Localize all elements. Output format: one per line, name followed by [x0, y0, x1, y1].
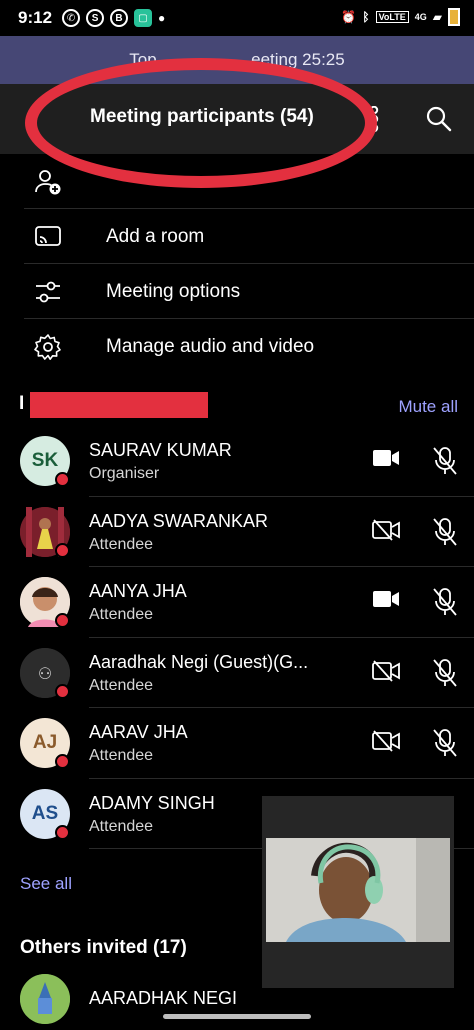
- battery-icon: [448, 8, 460, 26]
- table-row[interactable]: ⚇ Aaradhak Negi (Guest)(G... Attendee: [0, 638, 474, 708]
- camera-off-icon[interactable]: [372, 730, 400, 757]
- sliders-icon: [34, 278, 62, 306]
- menu-item-manage-audio-video[interactable]: Manage audio and video: [0, 319, 474, 374]
- alarm-icon: ⏰: [341, 10, 357, 24]
- search-icon[interactable]: [426, 106, 452, 137]
- more-notifications-icon: ●: [158, 11, 166, 25]
- mic-off-icon[interactable]: [432, 446, 458, 481]
- skype-icon: S: [86, 9, 105, 27]
- network-label: 4G: [414, 12, 427, 22]
- camera-off-icon[interactable]: [372, 659, 400, 687]
- chat-icon: ▢: [134, 9, 153, 27]
- avatar: [20, 974, 70, 1024]
- menu-item-label: Manage audio and video: [106, 335, 315, 357]
- status-badge: [55, 754, 70, 769]
- status-badge: [55, 472, 70, 487]
- participant-role: Attendee: [89, 606, 154, 623]
- participant-role: Attendee: [89, 817, 154, 835]
- camera-icon[interactable]: [372, 589, 400, 614]
- self-video-preview[interactable]: [262, 796, 454, 988]
- avatar-initials: SK: [31, 450, 59, 471]
- participant-name: AARADHAK NEGI: [89, 988, 238, 1008]
- mute-all-button[interactable]: Mute all: [398, 397, 458, 417]
- signal-icon: ▰: [432, 10, 442, 24]
- b-app-icon: B: [110, 9, 129, 27]
- share-icon[interactable]: [366, 105, 382, 137]
- menu-item-label: Meeting options: [106, 280, 241, 302]
- header: Meeting participants (54): [0, 84, 474, 154]
- whatsapp-icon: ✆: [62, 9, 81, 27]
- participant-name: Aaradhak Negi (Guest)(G...: [89, 651, 309, 672]
- volte-icon: VoLTE: [375, 11, 409, 23]
- avatar-initials: AJ: [32, 732, 58, 753]
- table-row[interactable]: AJ AARAV JHA Attendee: [0, 708, 474, 779]
- page-title: Meeting participants (54): [90, 106, 314, 127]
- table-row[interactable]: AANYA JHA Attendee: [0, 567, 474, 638]
- participant-name: AADYA SWARANKAR: [89, 510, 269, 531]
- participants-list: SK SAURAV KUMAR Organiser AADYA SWARANKAR At…: [0, 426, 474, 849]
- table-row[interactable]: SK SAURAV KUMAR Organiser: [0, 426, 474, 497]
- home-indicator[interactable]: [163, 1014, 311, 1019]
- menu-item-add-room[interactable]: Add a room: [0, 209, 474, 264]
- menu-item-meeting-options[interactable]: Meeting options: [0, 264, 474, 319]
- status-badge: [55, 613, 70, 628]
- gear-icon: [34, 333, 62, 361]
- others-invited-heading: Others invited (17): [20, 937, 187, 958]
- participant-name: AARAV JHA: [89, 722, 188, 742]
- meeting-banner-text: Top eeting 25:25: [129, 50, 345, 69]
- redaction-bar: [30, 392, 208, 418]
- cast-icon: [34, 223, 62, 251]
- participant-role: Attendee: [89, 676, 154, 694]
- mic-off-icon[interactable]: [432, 728, 458, 763]
- participants-section-header: I Mute all: [0, 390, 474, 424]
- section-title: I: [19, 393, 25, 414]
- system-icons: ⏰ ᛒ VoLTE 4G ▰: [341, 8, 460, 26]
- status-badge: [55, 542, 70, 558]
- participant-role: Attendee: [89, 747, 154, 764]
- mic-off-icon[interactable]: [432, 587, 458, 622]
- participant-name: AANYA JHA: [89, 581, 187, 601]
- status-bar: 9:12 ✆ S B ▢ ● ⏰ ᛒ VoLTE 4G ▰: [0, 0, 474, 36]
- participant-name: SAURAV KUMAR: [89, 440, 232, 460]
- status-badge: [55, 824, 70, 840]
- participant-role: Organiser: [89, 465, 160, 482]
- mic-off-icon[interactable]: [432, 517, 458, 552]
- status-time: 9:12: [18, 8, 53, 27]
- notification-icons: ✆ S B ▢ ●: [62, 9, 165, 27]
- mic-off-icon[interactable]: [432, 658, 458, 693]
- svg-text:⚇: ⚇: [38, 664, 52, 683]
- status-badge: [55, 683, 70, 699]
- table-row[interactable]: AADYA SWARANKAR Attendee: [0, 497, 474, 567]
- menu-item-add-people[interactable]: [0, 154, 474, 209]
- meeting-banner[interactable]: Top eeting 25:25: [0, 36, 474, 84]
- see-all-link[interactable]: See all: [20, 874, 72, 894]
- bluetooth-icon: ᛒ: [362, 10, 370, 24]
- camera-icon[interactable]: [372, 448, 400, 473]
- participant-name: ADAMY SINGH: [89, 792, 215, 813]
- participant-role: Attendee: [89, 535, 154, 553]
- meeting-actions-menu: Add a room Meeting options Manage audio …: [0, 154, 474, 374]
- camera-off-icon[interactable]: [372, 518, 400, 546]
- avatar-initials: AS: [31, 802, 59, 824]
- menu-item-label: Add a room: [106, 225, 205, 247]
- add-person-icon: [34, 168, 62, 196]
- video-feed: [266, 838, 450, 942]
